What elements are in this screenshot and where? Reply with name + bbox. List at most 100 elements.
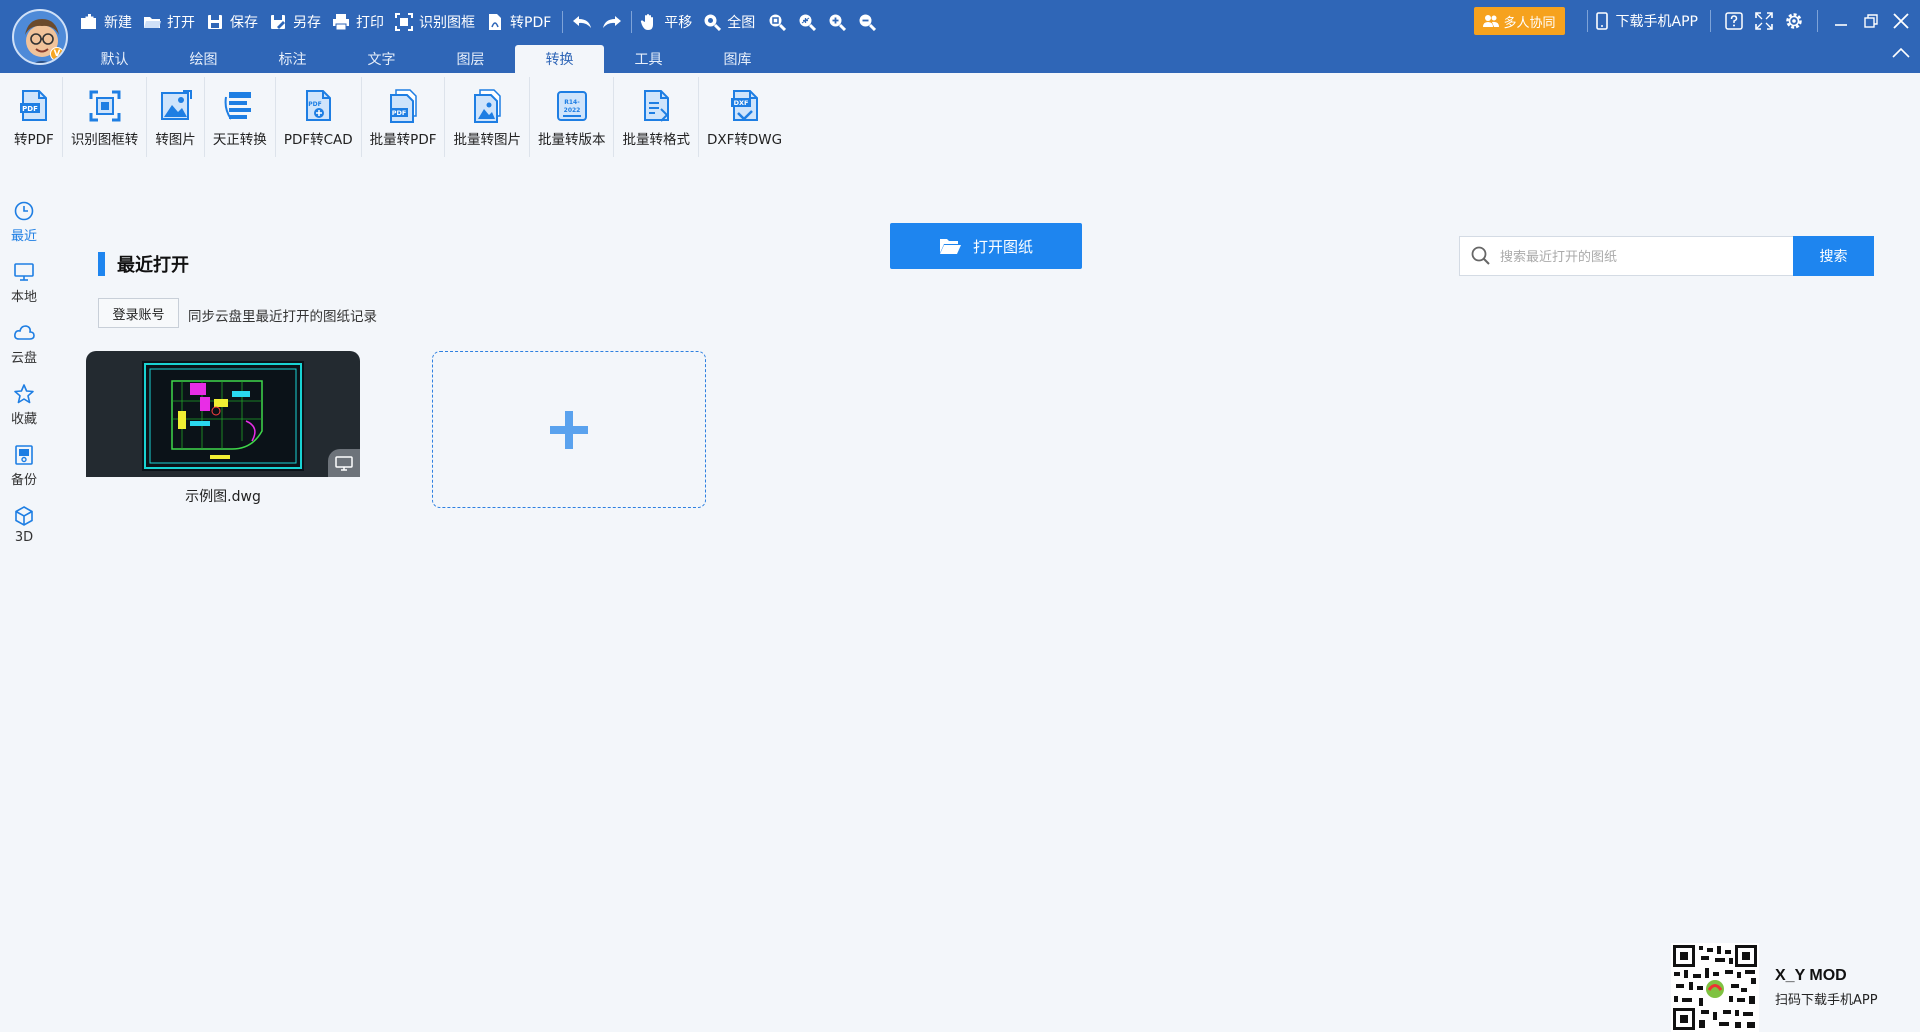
settings-button[interactable] [1781,8,1807,34]
chevron-up-icon [1892,47,1910,58]
nav-item-3[interactable]: 收藏 [0,383,48,444]
ribbon-button-tangent-convert[interactable]: 天正转换 [205,77,276,157]
save-as-label: 另存 [293,15,321,31]
ribbon-label: 识别图框转 [70,132,139,148]
help-button[interactable] [1721,8,1747,34]
download-app-button[interactable]: 下载手机APP [1595,11,1698,31]
monitor-icon [335,455,353,471]
tab-2[interactable]: 标注 [248,45,337,73]
zoom-out-button[interactable] [856,11,878,33]
tab-6[interactable]: 工具 [604,45,693,73]
nav-item-label: 收藏 [10,412,37,427]
nav-item-0[interactable]: 最近 [0,200,48,261]
ribbon-button-batch-pdf[interactable]: PDF 批量转PDF [362,77,446,157]
to-pdf-label: 转PDF [510,15,552,31]
ribbon-label: DXF转DWG [706,132,783,148]
open-folder-icon [939,239,961,254]
ribbon-button-batch-image[interactable]: 批量转图片 [445,77,530,157]
tangent-convert-icon [223,89,257,123]
print-button[interactable]: 打印 [332,12,384,32]
pan-button[interactable]: 平移 [640,12,692,32]
open-drawing-button[interactable]: 打开图纸 [890,223,1082,269]
tab-3[interactable]: 文字 [337,45,426,73]
nav-item-2[interactable]: 云盘 [0,322,48,383]
fit-all-button[interactable]: 全图 [703,12,755,32]
ribbon-button-pdf-to-cad[interactable]: PDF PDF转CAD [276,77,362,157]
tab-1[interactable]: 绘图 [159,45,248,73]
undo-button[interactable] [571,11,593,33]
save-as-button[interactable]: 另存 [269,12,321,32]
hand-icon [640,13,658,31]
zoom-window-button[interactable] [766,11,788,33]
ribbon-button-batch-format[interactable]: 批量转格式 [614,77,699,157]
recognize-frame-button[interactable]: 识别图框 [395,12,475,32]
new-button[interactable]: 新建 [80,12,132,32]
login-button[interactable]: 登录账号 [98,298,179,328]
printer-icon [332,13,350,31]
nav-item-label: 最近 [10,229,37,244]
open-button[interactable]: 打开 [143,12,195,32]
toolbar-divider [562,11,564,33]
svg-text:PDF: PDF [22,105,38,113]
frame-recognize-icon [395,13,413,31]
collapse-ribbon-button[interactable] [1890,44,1912,62]
minimize-button[interactable] [1828,8,1854,34]
nav-item-5[interactable]: 3D [0,505,48,566]
add-file-button[interactable] [432,351,706,508]
open-label: 打开 [167,15,195,31]
ribbon-button-pdf-export[interactable]: PDF 转PDF [6,77,63,157]
zoom-in-icon [829,14,847,31]
monitor-icon [13,261,35,283]
collaboration-button[interactable]: 多人协同 [1473,7,1565,35]
frame-recognize-icon [88,89,122,123]
nav-item-label: 备份 [10,473,37,488]
ribbon-button-frame-recognize[interactable]: 识别图框转 [63,77,148,157]
svg-text:PDF: PDF [308,101,321,108]
close-button[interactable] [1888,8,1914,34]
nav-item-1[interactable]: 本地 [0,261,48,322]
nav-item-4[interactable]: 备份 [0,444,48,505]
batch-image-icon [470,89,504,123]
fullscreen-button[interactable] [1751,8,1777,34]
tab-0[interactable]: 默认 [70,45,159,73]
user-avatar[interactable]: V [12,9,68,65]
save-icon [206,13,224,31]
restore-button[interactable] [1858,8,1884,34]
ribbon-button-dxf-to-dwg[interactable]: DXF DXF转DWG [699,77,790,157]
zoom-in-button[interactable] [826,11,848,33]
window-controls-area: 多人协同 下载手机APP [1473,6,1920,36]
plus-icon [550,410,588,449]
backup-icon [13,444,35,466]
zoom-out-icon [859,14,877,31]
local-device-badge [328,449,360,477]
search-button[interactable]: 搜索 [1793,236,1874,276]
ribbon-button-batch-version[interactable]: R14- 2022 批量转版本 [530,77,615,157]
qr-code-icon[interactable] [1671,943,1759,1032]
tab-4[interactable]: 图层 [426,45,515,73]
title-bar: V 新建 打开 保存 另存 打印 识别图框 转PDF 平移 全图 默认 绘图 标… [0,0,1920,73]
quick-access-toolbar: 新建 打开 保存 另存 打印 识别图框 转PDF 平移 全图 [80,9,886,35]
to-pdf-button[interactable]: 转PDF [486,12,551,32]
redo-button[interactable] [601,11,623,33]
ribbon-label: 天正转换 [212,132,267,148]
search-input[interactable] [1500,248,1793,264]
clock-icon [13,200,35,222]
new-file-icon [80,13,98,31]
app-download-promo: X_Y MOD 扫码下载手机APP [1671,943,1878,1032]
nav-item-label: 云盘 [10,351,37,366]
tab-5[interactable]: 转换 [515,45,604,73]
recent-file-name[interactable]: 示例图.dwg [86,486,360,506]
svg-text:R14-: R14- [564,99,580,106]
zoom-realtime-button[interactable] [796,11,818,33]
people-icon [1482,15,1499,27]
undo-icon [573,16,592,28]
print-label: 打印 [356,15,384,31]
ribbon-button-image-export[interactable]: 转图片 [147,77,205,157]
recent-file-card[interactable] [86,351,360,477]
save-button[interactable]: 保存 [206,12,258,32]
tab-7[interactable]: 图库 [693,45,782,73]
new-label: 新建 [104,15,132,31]
star-icon [13,383,35,405]
collaboration-label: 多人协同 [1503,15,1556,31]
toolbar-divider [1817,10,1818,32]
